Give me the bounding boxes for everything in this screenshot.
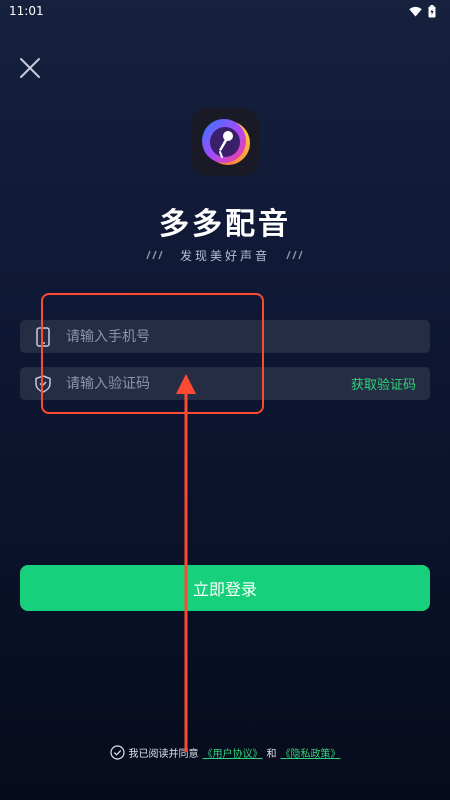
agreement-row: 我已阅读并同意 《用户协议》 和 《隐私政策》: [0, 745, 450, 760]
app-name: 多多配音: [159, 207, 291, 242]
close-icon: [20, 58, 40, 78]
right-deco-icon: [286, 250, 303, 260]
tagline-row: 发现美好声音: [0, 246, 450, 264]
wifi-icon: [409, 6, 422, 16]
login-button[interactable]: 立即登录: [20, 565, 430, 611]
app-logo: [191, 108, 259, 176]
agreement-and: 和: [266, 749, 277, 760]
battery-icon: [428, 4, 436, 17]
microphone-logo-icon: [202, 119, 250, 165]
user-agreement-link[interactable]: 《用户协议》: [203, 745, 263, 760]
app-tagline: 发现美好声音: [179, 248, 270, 263]
status-bar: 11:01: [0, 0, 450, 22]
get-code-button[interactable]: 获取验证码: [351, 374, 430, 393]
annotation-highlight-box: [41, 293, 264, 414]
check-circle-icon[interactable]: [109, 745, 125, 760]
left-deco-icon: [146, 250, 163, 260]
status-icons: [409, 4, 436, 18]
privacy-policy-link[interactable]: 《隐私政策》: [281, 745, 341, 760]
status-time: 11:01: [9, 4, 44, 18]
close-button[interactable]: [16, 54, 44, 82]
agreement-prefix: 我已阅读并同意: [128, 749, 199, 760]
